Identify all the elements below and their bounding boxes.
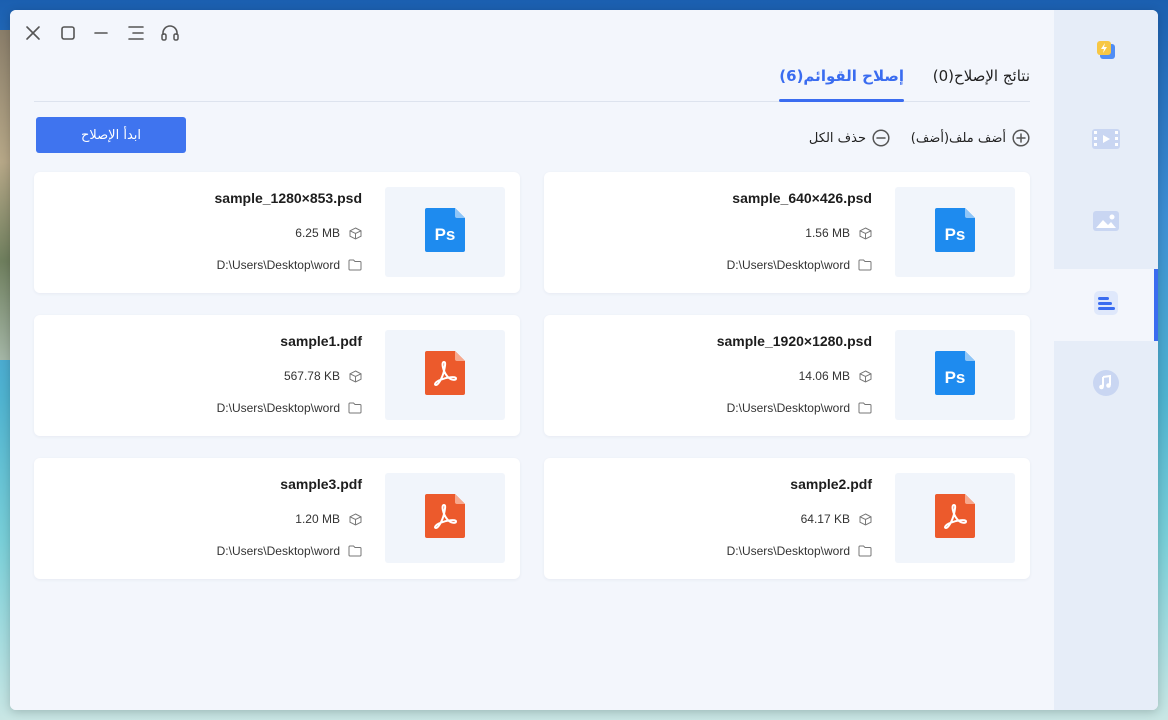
folder-icon [858, 544, 872, 558]
file-path-row: D:\Users\Desktop\word [217, 257, 362, 273]
photoshop-file-icon: Ps [933, 206, 977, 258]
main-panel: نتائج الإصلاح(0) إصلاح القوائم(6) ابدأ ا… [10, 10, 1054, 710]
file-name: sample_1280×853.psd [214, 190, 363, 206]
add-file-label: أضف ملف(أضف) [910, 130, 1006, 146]
box-icon [858, 512, 872, 526]
folder-icon [348, 258, 362, 272]
clear-all-label: حذف الكل [808, 130, 866, 146]
menu-icon[interactable] [127, 24, 145, 42]
svg-text:Ps: Ps [945, 368, 966, 387]
file-path: D:\Users\Desktop\word [726, 401, 850, 415]
file-size: 1.20 MB [295, 512, 340, 526]
repair-tool-icon [1094, 38, 1118, 66]
file-path-row: D:\Users\Desktop\word [727, 543, 872, 559]
file-name: sample2.pdf [790, 476, 872, 492]
tab-repair-results[interactable]: نتائج الإصلاح(0) [933, 64, 1030, 100]
file-path-row: D:\Users\Desktop\word [217, 543, 362, 559]
file-path: D:\Users\Desktop\word [216, 544, 340, 558]
file-size-row: 567.78 KB [284, 368, 362, 384]
file-thumbnail [385, 330, 505, 420]
sidebar-item-music[interactable] [1054, 349, 1158, 421]
file-size-row: 14.06 MB [799, 368, 872, 384]
pdf-file-icon [423, 492, 467, 544]
box-icon [348, 226, 362, 240]
box-icon [858, 226, 872, 240]
add-file-button[interactable]: أضف ملف(أضف) [911, 128, 1030, 148]
maximize-icon[interactable] [59, 24, 77, 42]
file-name: sample3.pdf [280, 476, 362, 492]
close-icon[interactable] [24, 24, 42, 42]
file-card[interactable]: Ps sample_640×426.psd 1.56 MB D:\Users\Desk… [544, 172, 1030, 293]
file-path-row: D:\Users\Desktop\word [727, 257, 872, 273]
video-icon [1091, 127, 1121, 155]
box-icon [348, 512, 362, 526]
file-thumbnail: Ps [385, 187, 505, 277]
file-path: D:\Users\Desktop\word [726, 544, 850, 558]
file-thumbnail: Ps [895, 330, 1015, 420]
file-size-row: 6.25 MB [295, 225, 362, 241]
svg-text:Ps: Ps [945, 225, 966, 244]
photoshop-file-icon: Ps [933, 349, 977, 401]
box-icon [348, 369, 362, 383]
sidebar-item-repair-tool[interactable] [1054, 16, 1158, 88]
app-window: نتائج الإصلاح(0) إصلاح القوائم(6) ابدأ ا… [10, 10, 1158, 710]
pdf-file-icon [933, 492, 977, 544]
file-thumbnail [895, 473, 1015, 563]
start-repair-button[interactable]: ابدأ الإصلاح [36, 117, 186, 153]
folder-icon [348, 544, 362, 558]
file-thumbnail: Ps [895, 187, 1015, 277]
pdf-file-icon [423, 349, 467, 401]
file-path-row: D:\Users\Desktop\word [727, 400, 872, 416]
folder-icon [858, 401, 872, 415]
file-size-row: 1.20 MB [295, 511, 362, 527]
file-thumbnail [385, 473, 505, 563]
file-card[interactable]: sample2.pdf 64.17 KB D:\Users\Desktop\word [544, 458, 1030, 579]
file-size: 1.56 MB [805, 226, 850, 240]
file-path: D:\Users\Desktop\word [216, 258, 340, 272]
plus-circle-icon [1012, 129, 1030, 147]
tab-repair-list[interactable]: إصلاح القوائم(6) [779, 64, 904, 102]
file-path: D:\Users\Desktop\word [726, 258, 850, 272]
file-size: 567.78 KB [283, 369, 340, 383]
folder-icon [858, 258, 872, 272]
file-card[interactable]: sample3.pdf 1.20 MB D:\Users\Desktop\word [34, 458, 520, 579]
music-icon [1092, 369, 1120, 401]
box-icon [858, 369, 872, 383]
minimize-icon[interactable] [92, 24, 110, 42]
file-name: sample1.pdf [280, 333, 362, 349]
file-size: 6.25 MB [295, 226, 340, 240]
svg-text:Ps: Ps [435, 225, 456, 244]
file-card[interactable]: sample1.pdf 567.78 KB D:\Users\Desktop\wor… [34, 315, 520, 436]
file-card[interactable]: Ps sample_1280×853.psd 6.25 MB D:\Users\Des… [34, 172, 520, 293]
minus-circle-icon [872, 129, 890, 147]
headset-icon[interactable] [160, 24, 180, 42]
file-card[interactable]: Ps sample_1920×1280.psd 14.06 MB D:\Users\D… [544, 315, 1030, 436]
file-size-row: 64.17 KB [801, 511, 872, 527]
sidebar-item-image[interactable] [1054, 187, 1158, 259]
tab-bar: نتائج الإصلاح(0) إصلاح القوائم(6) [34, 62, 1030, 102]
file-path-row: D:\Users\Desktop\word [217, 400, 362, 416]
sidebar-item-document[interactable] [1054, 269, 1158, 341]
file-name: sample_640×426.psd [732, 190, 872, 206]
sidebar-item-video[interactable] [1054, 105, 1158, 177]
document-icon [1092, 289, 1120, 321]
folder-icon [348, 401, 362, 415]
file-size: 14.06 MB [798, 369, 850, 383]
file-name: sample_1920×1280.psd [716, 333, 872, 349]
photoshop-file-icon: Ps [423, 206, 467, 258]
image-icon [1092, 209, 1120, 237]
file-path: D:\Users\Desktop\word [216, 401, 340, 415]
sidebar [1054, 10, 1158, 710]
file-size-row: 1.56 MB [805, 225, 872, 241]
file-size: 64.17 KB [800, 512, 850, 526]
clear-all-button[interactable]: حذف الكل [809, 128, 890, 148]
